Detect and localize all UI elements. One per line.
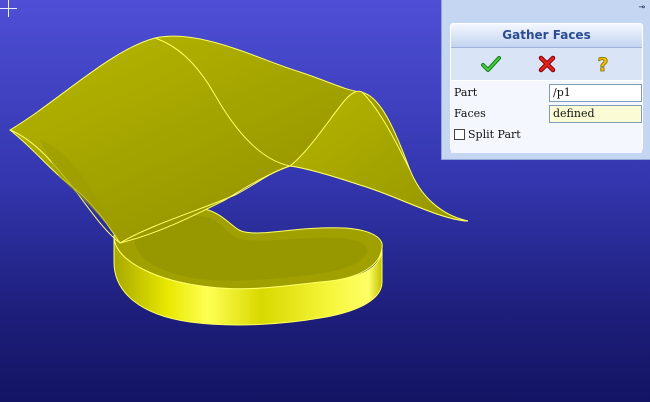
svg-text:?: ?	[597, 54, 608, 75]
gather-faces-dialog: Gather Faces ? Part /p1 Faces defined Sp…	[450, 23, 643, 153]
draped-sheet	[9, 35, 469, 244]
cancel-button[interactable]	[536, 53, 558, 75]
split-part-label: Split Part	[468, 128, 521, 141]
faces-label: Faces	[454, 107, 486, 120]
help-button[interactable]: ?	[592, 53, 614, 77]
x-icon	[538, 55, 556, 73]
split-part-checkbox[interactable]	[454, 129, 465, 140]
pin-icon[interactable]: ⊸	[639, 2, 645, 13]
dialog-title: Gather Faces	[451, 24, 642, 48]
faces-field[interactable]: defined	[549, 105, 642, 123]
dialog-button-row: ?	[451, 48, 642, 81]
checkmark-icon	[481, 56, 501, 72]
ok-button[interactable]	[480, 53, 502, 75]
question-icon: ?	[597, 54, 609, 77]
part-label: Part	[454, 86, 478, 99]
gather-faces-panel: ⊸ Gather Faces ? Part /p1 Faces defined …	[441, 0, 650, 160]
dialog-form: Part /p1 Faces defined Split Part	[451, 81, 642, 153]
part-field[interactable]: /p1	[549, 84, 642, 102]
crosshair-icon	[0, 0, 17, 17]
